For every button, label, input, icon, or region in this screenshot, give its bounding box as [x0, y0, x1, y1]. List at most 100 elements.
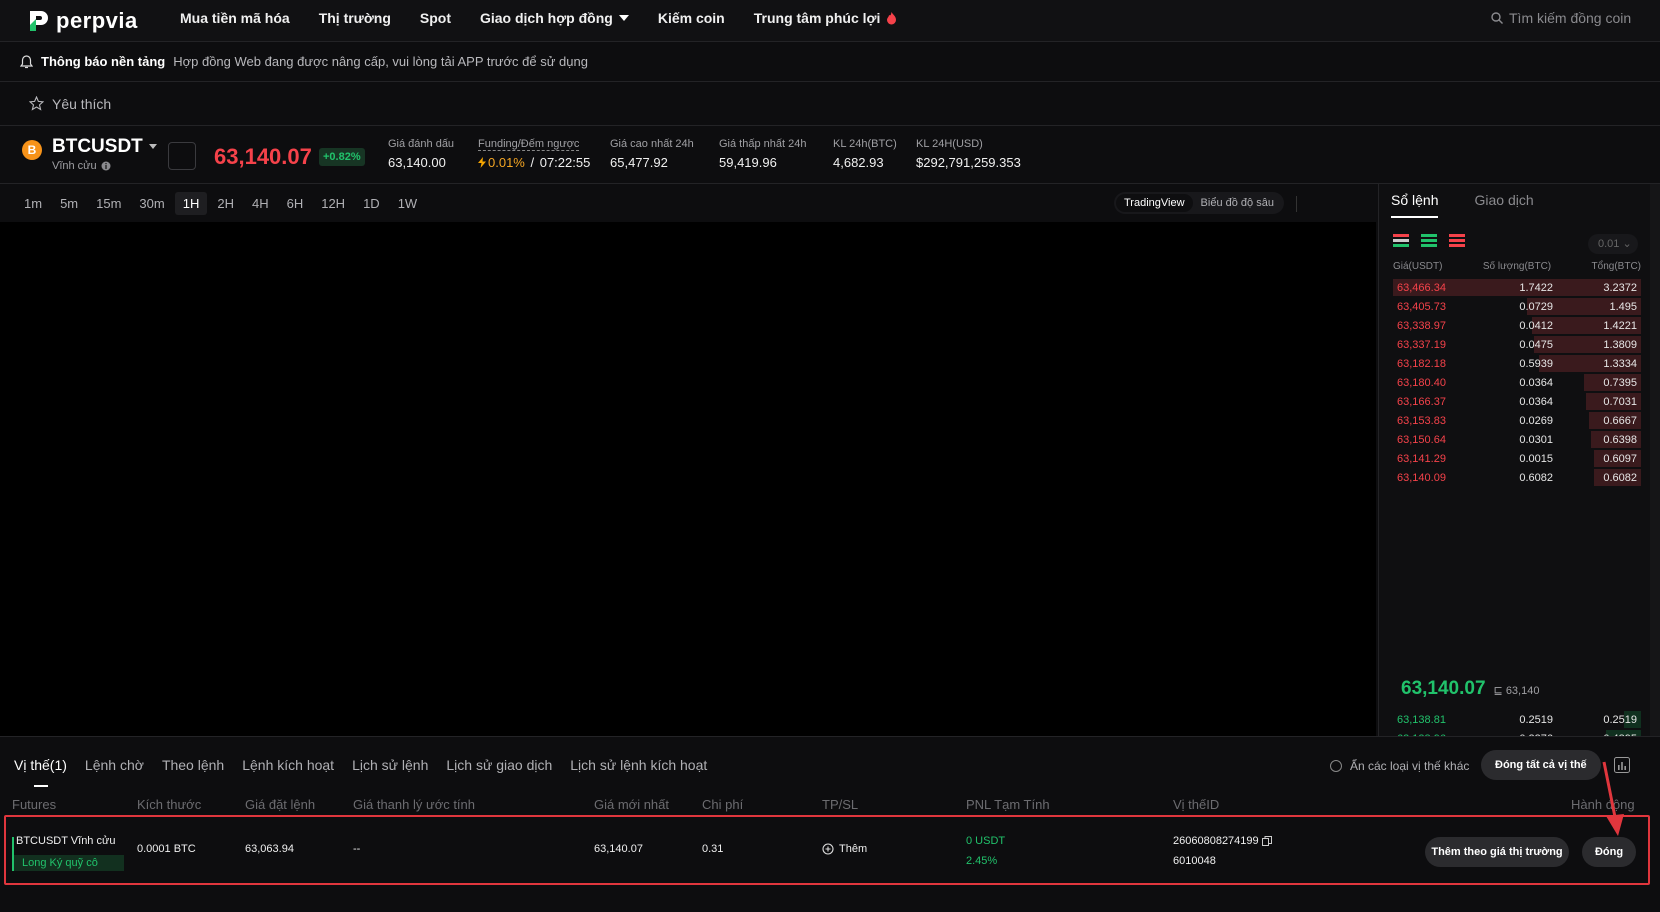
hide-others-radio[interactable] — [1330, 760, 1342, 772]
book-bids-icon[interactable] — [1421, 234, 1437, 247]
add-market-price-button[interactable]: Thêm theo giá thị trường — [1425, 837, 1569, 867]
logo[interactable]: perpvia — [28, 6, 138, 36]
copy-icon[interactable] — [1261, 836, 1272, 846]
ask-price: 63,337.19 — [1397, 338, 1446, 351]
bid-price: 63,138.81 — [1397, 713, 1446, 726]
tab-trigger-history[interactable]: Lịch sử lệnh kích hoạt — [570, 757, 707, 773]
ask-qty: 0.6082 — [1519, 471, 1553, 484]
nav-buy-crypto[interactable]: Mua tiền mã hóa — [180, 10, 290, 26]
book-both-icon[interactable] — [1393, 234, 1409, 247]
mark-price-indicator: ⊑ 63,140 — [1493, 685, 1540, 697]
ask-row[interactable]: 63,153.83 0.0269 0.6667 — [1393, 411, 1641, 430]
tf-1h[interactable]: 1H — [174, 191, 208, 215]
search-icon — [1491, 12, 1503, 24]
tab-open-orders[interactable]: Lệnh chờ — [85, 757, 144, 773]
position-side-tag: Long Ký quỹ cô — [14, 855, 124, 871]
ticker-bar: B BTCUSDT Vĩnh cửu 63,140.07 +0.82% Giá … — [0, 126, 1660, 184]
platform-notice: Thông báo nền tảng Hợp đồng Web đang đượ… — [0, 42, 1660, 82]
tab-trigger-orders[interactable]: Lệnh kích hoạt — [242, 757, 334, 773]
divider — [1296, 196, 1297, 212]
tab-copy-orders[interactable]: Theo lệnh — [162, 757, 224, 773]
ask-row[interactable]: 63,337.19 0.0475 1.3809 — [1393, 335, 1641, 354]
bid-row[interactable]: 63,138.81 0.2519 0.2519 — [1393, 710, 1641, 729]
info-icon[interactable] — [101, 161, 111, 171]
close-position-button[interactable]: Đóng — [1582, 837, 1636, 867]
star-icon[interactable] — [29, 96, 44, 111]
ask-total: 1.4221 — [1603, 319, 1637, 332]
ask-total: 0.6097 — [1603, 452, 1637, 465]
favorites-label[interactable]: Yêu thích — [52, 96, 111, 112]
positions-panel: Vị thế(1) Lệnh chờ Theo lệnh Lệnh kích h… — [0, 736, 1660, 912]
positions-table-header: Futures Kích thước Giá đặt lệnh Giá than… — [12, 797, 1635, 812]
ask-qty: 0.0015 — [1519, 452, 1553, 465]
favorites-bar: Yêu thích — [0, 82, 1660, 126]
scrollbar[interactable] — [1650, 184, 1660, 736]
view-depth-chart[interactable]: Biểu đồ độ sâu — [1193, 194, 1282, 212]
ask-qty: 0.0364 — [1519, 376, 1553, 389]
ask-row[interactable]: 63,140.09 0.6082 0.6082 — [1393, 468, 1641, 487]
stat-funding[interactable]: Funding/Đếm ngược 0.01% / 07:22:55 — [478, 138, 590, 170]
search-coin[interactable]: Tìm kiếm đồng coin — [1491, 7, 1646, 29]
tab-trades[interactable]: Giao dịch — [1474, 192, 1533, 218]
tf-1w[interactable]: 1W — [390, 192, 426, 215]
stat-low-24h: Giá thấp nhất 24h 59,419.96 — [719, 138, 807, 170]
position-row: BTCUSDT Vĩnh cửu Long Ký quỹ cô 0.0001 B… — [4, 815, 1650, 885]
ask-total: 0.7395 — [1603, 376, 1637, 389]
ask-price: 63,338.97 — [1397, 319, 1446, 332]
ask-total: 1.3334 — [1603, 357, 1637, 370]
nav-earn[interactable]: Kiếm coin — [658, 10, 725, 26]
nav-futures[interactable]: Giao dịch hợp đồng — [480, 10, 629, 26]
tf-12h[interactable]: 12H — [313, 192, 353, 215]
ask-row[interactable]: 63,338.97 0.0412 1.4221 — [1393, 316, 1641, 335]
symbol-name: BTCUSDT — [52, 136, 143, 157]
position-symbol[interactable]: BTCUSDT Vĩnh cửu — [16, 835, 115, 847]
tf-5m[interactable]: 5m — [52, 192, 86, 215]
notice-text: Hợp đồng Web đang được nâng cấp, vui lòn… — [173, 54, 588, 69]
tab-positions[interactable]: Vị thế(1) — [14, 757, 67, 787]
tf-6h[interactable]: 6H — [279, 192, 312, 215]
hide-other-positions[interactable]: Ẩn các loại vị thế khác — [1330, 759, 1469, 773]
tf-30m[interactable]: 30m — [131, 192, 172, 215]
chart-view-toggle: TradingView Biểu đồ độ sâu — [1114, 192, 1284, 214]
tab-order-book[interactable]: Sổ lệnh — [1391, 192, 1439, 218]
price-chart-canvas[interactable] — [0, 222, 1376, 736]
stat-volume-btc: KL 24h(BTC) 4,682.93 — [833, 138, 897, 170]
view-tradingview[interactable]: TradingView — [1116, 194, 1193, 212]
contract-type: Vĩnh cửu — [52, 160, 111, 172]
tf-4h[interactable]: 4H — [244, 192, 277, 215]
ask-row[interactable]: 63,150.64 0.0301 0.6398 — [1393, 430, 1641, 449]
position-last-price: 63,140.07 — [594, 843, 643, 855]
nav-rewards-center[interactable]: Trung tâm phúc lợi — [754, 10, 898, 26]
last-price: 63,140.07 — [214, 144, 312, 169]
caret-down-icon — [148, 144, 157, 149]
ask-row[interactable]: 63,405.73 0.0729 1.495 — [1393, 297, 1641, 316]
ask-row[interactable]: 63,466.34 1.7422 3.2372 — [1393, 278, 1641, 297]
tf-1m[interactable]: 1m — [16, 192, 50, 215]
favorite-toggle[interactable] — [168, 142, 196, 170]
ask-row[interactable]: 63,166.37 0.0364 0.7031 — [1393, 392, 1641, 411]
ask-row[interactable]: 63,182.18 0.5939 1.3334 — [1393, 354, 1641, 373]
ask-row[interactable]: 63,141.29 0.0015 0.6097 — [1393, 449, 1641, 468]
tf-1d[interactable]: 1D — [355, 192, 388, 215]
bid-qty: 0.2519 — [1519, 713, 1553, 726]
add-tpsl-button[interactable]: Thêm — [822, 843, 867, 855]
nav-markets[interactable]: Thị trường — [319, 10, 391, 26]
tab-order-history[interactable]: Lịch sử lệnh — [352, 757, 428, 773]
position-pnl-pct: 2.45% — [966, 855, 998, 867]
precision-select[interactable]: 0.01 ⌄ — [1588, 234, 1638, 254]
ask-row[interactable]: 63,180.40 0.0364 0.7395 — [1393, 373, 1641, 392]
book-asks-icon[interactable] — [1449, 234, 1465, 247]
plus-circle-icon — [822, 843, 834, 855]
fire-icon — [887, 11, 897, 24]
tf-2h[interactable]: 2H — [209, 192, 242, 215]
logo-icon — [30, 11, 48, 31]
tab-trade-history[interactable]: Lịch sử giao dịch — [446, 757, 552, 773]
position-liq-price: -- — [353, 843, 361, 855]
nav-spot[interactable]: Spot — [420, 10, 451, 26]
position-size: 0.0001 BTC — [137, 843, 196, 855]
symbol-selector[interactable]: BTCUSDT — [52, 136, 157, 158]
ask-total: 3.2372 — [1603, 281, 1637, 294]
tf-15m[interactable]: 15m — [88, 192, 129, 215]
close-all-positions-button[interactable]: Đóng tất cả vị thế — [1481, 750, 1601, 780]
mid-price-value: 63,140.07 — [1401, 678, 1486, 699]
